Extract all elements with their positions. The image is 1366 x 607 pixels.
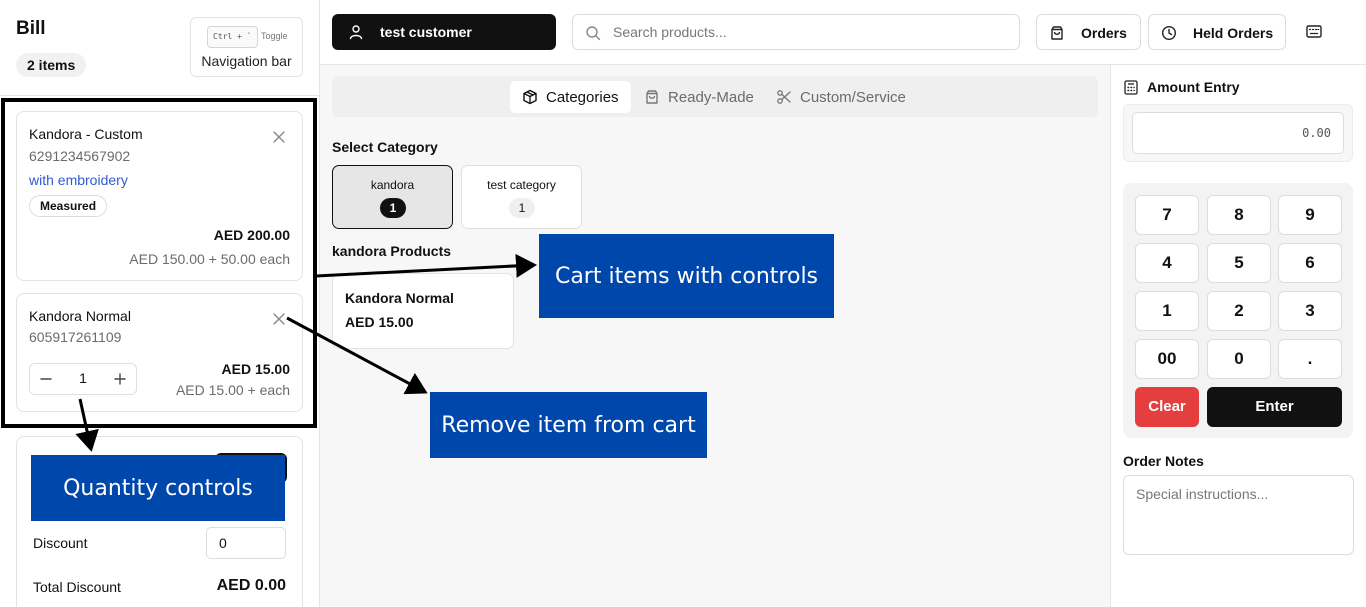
cart-item-unit-price: AED 15.00 + each (175, 382, 290, 398)
select-category-title: Select Category (332, 139, 438, 155)
amount-entry-title: Amount Entry (1147, 79, 1240, 95)
category-tile-test-category[interactable]: test category 1 (461, 165, 582, 229)
item-count-badge: 2 items (16, 53, 87, 77)
tab-ready-made[interactable]: Ready-Made (632, 81, 762, 113)
amount-input[interactable] (1132, 112, 1344, 154)
held-orders-label: Held Orders (1193, 25, 1274, 41)
key-0[interactable]: 0 (1207, 339, 1271, 379)
keyboard-icon[interactable] (1300, 20, 1328, 44)
search-input[interactable] (613, 17, 1013, 47)
discount-label: Discount (33, 535, 88, 551)
annotation-callout: Quantity controls (31, 455, 285, 521)
close-icon[interactable] (272, 312, 286, 326)
order-notes-title: Order Notes (1123, 453, 1204, 469)
key-6[interactable]: 6 (1278, 243, 1342, 283)
key-3[interactable]: 3 (1278, 291, 1342, 331)
product-card[interactable]: Kandora Normal AED 15.00 (332, 273, 514, 349)
cart-item-unit-price: AED 150.00 + 50.00 each (129, 251, 290, 267)
shopping-bag-icon (646, 90, 658, 104)
customer-select-button[interactable]: test customer (332, 14, 556, 50)
search-icon (586, 26, 601, 41)
customer-name: test customer (380, 24, 472, 40)
quantity-stepper: 1 (29, 363, 137, 395)
shopping-bag-icon (1051, 26, 1063, 40)
cart-item-total: AED 15.00 (221, 361, 290, 377)
key-5[interactable]: 5 (1207, 243, 1271, 283)
plus-icon (114, 373, 126, 385)
key-8[interactable]: 8 (1207, 195, 1271, 235)
key-9[interactable]: 9 (1278, 195, 1342, 235)
search-box (572, 14, 1020, 50)
cart-item-name: Kandora - Custom (29, 126, 143, 142)
orders-button[interactable]: Orders (1036, 14, 1141, 50)
category-count: 1 (509, 198, 535, 218)
minus-icon (40, 378, 52, 380)
cart-item-code: 605917261109 (29, 329, 122, 345)
calculator-icon (1124, 80, 1138, 95)
divider (0, 95, 320, 96)
close-icon[interactable] (272, 130, 286, 144)
key-4[interactable]: 4 (1135, 243, 1199, 283)
increase-quantity-button[interactable] (104, 364, 136, 394)
product-name: Kandora Normal (345, 290, 454, 306)
tab-categories[interactable]: Categories (510, 81, 631, 113)
cart-item-total: AED 200.00 (213, 227, 290, 243)
total-discount-value: AED 0.00 (216, 577, 286, 594)
cart-item: Kandora Normal 605917261109 1 AED 15.00 … (16, 293, 303, 412)
annotation-callout: Cart items with controls (539, 234, 834, 318)
enter-button[interactable]: Enter (1207, 387, 1342, 427)
held-orders-button[interactable]: Held Orders (1148, 14, 1286, 50)
category-tile-kandora[interactable]: kandora 1 (332, 165, 453, 229)
category-count: 1 (380, 198, 406, 218)
package-icon (523, 89, 537, 105)
product-price: AED 15.00 (345, 314, 414, 330)
tab-label: Ready-Made (668, 89, 754, 106)
tab-label: Custom/Service (800, 89, 906, 106)
annotation-callout: Remove item from cart (430, 392, 707, 458)
key-00[interactable]: 00 (1135, 339, 1199, 379)
scissors-icon (777, 90, 791, 104)
clock-icon (1161, 25, 1177, 41)
total-discount-label: Total Discount (33, 579, 121, 595)
cart-item-name: Kandora Normal (29, 308, 131, 324)
user-icon (349, 25, 363, 40)
decrease-quantity-button[interactable] (30, 364, 62, 394)
key-2[interactable]: 2 (1207, 291, 1271, 331)
key-1[interactable]: 1 (1135, 291, 1199, 331)
discount-input[interactable] (206, 527, 286, 559)
toggle-hint-label: Toggle (261, 31, 288, 41)
navigation-bar-label: Navigation bar (201, 53, 292, 69)
tab-custom-service[interactable]: Custom/Service (764, 81, 920, 113)
key-7[interactable]: 7 (1135, 195, 1199, 235)
measured-badge: Measured (29, 195, 108, 217)
clear-button[interactable]: Clear (1135, 387, 1199, 427)
bill-title: Bill (16, 18, 46, 39)
navigation-toggle-button[interactable]: Ctrl + ` Toggle Navigation bar (190, 17, 303, 77)
shortcut-key-hint: Ctrl + ` (207, 26, 258, 48)
key-decimal[interactable]: . (1278, 339, 1342, 379)
cart-item-code: 6291234567902 (29, 148, 131, 164)
quantity-value[interactable]: 1 (62, 370, 104, 386)
order-notes-input[interactable] (1123, 475, 1354, 555)
tab-label: Categories (546, 89, 619, 106)
products-title: kandora Products (332, 243, 452, 259)
category-name: kandora (370, 178, 415, 192)
category-name: test category (487, 178, 556, 192)
cart-item-customization-link[interactable]: with embroidery (29, 172, 128, 188)
cart-item: Kandora - Custom 6291234567902 with embr… (16, 111, 303, 281)
orders-label: Orders (1081, 25, 1127, 41)
